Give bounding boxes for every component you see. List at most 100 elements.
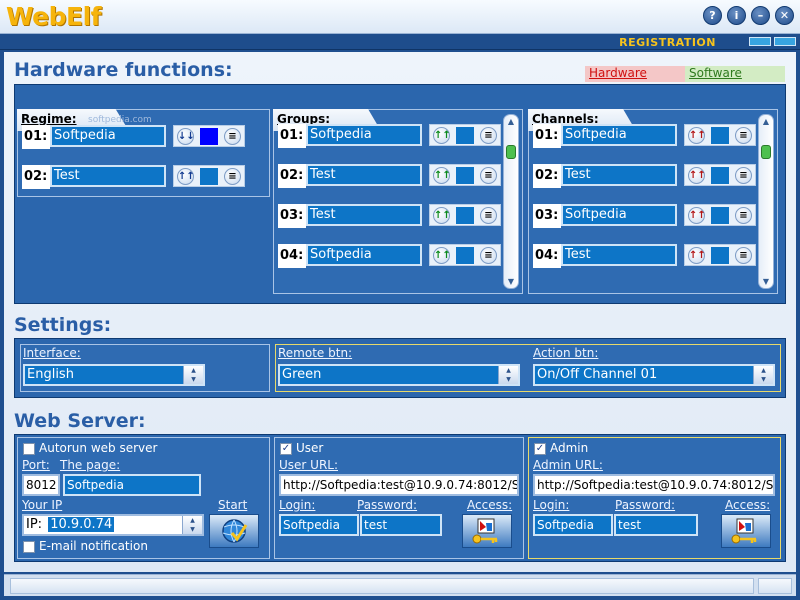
autorun-label: Autorun web server <box>39 441 158 455</box>
minimize-icon[interactable]: – <box>751 6 770 25</box>
list-icon[interactable]: ≡ <box>224 168 241 185</box>
arrow-up-icon[interactable]: ↑↑ <box>433 207 451 224</box>
color-swatch[interactable] <box>711 127 729 144</box>
list-icon[interactable]: ≡ <box>480 207 497 224</box>
arrow-up-icon[interactable]: ↑↑ <box>688 167 706 184</box>
row-number: 01: <box>278 124 306 148</box>
color-swatch[interactable] <box>456 207 474 224</box>
user-label: User <box>296 441 324 455</box>
spinner-icon[interactable]: ▲ ▼ <box>182 516 202 534</box>
info-icon[interactable]: i <box>727 6 746 25</box>
user-checkbox[interactable]: ✓ <box>280 443 292 455</box>
scroll-thumb[interactable] <box>761 145 771 159</box>
list-icon[interactable]: ≡ <box>480 247 497 264</box>
list-icon[interactable]: ≡ <box>480 167 497 184</box>
group-name-field[interactable]: Test <box>306 164 422 186</box>
remote-btn-select[interactable]: Green ▲ ▼ <box>278 364 520 386</box>
group-name-field[interactable]: Softpedia <box>306 124 422 146</box>
color-swatch[interactable] <box>711 247 729 264</box>
scroll-up-icon[interactable]: ▲ <box>504 117 518 126</box>
list-icon[interactable]: ≡ <box>735 247 752 264</box>
panel-toggle-1[interactable] <box>749 37 771 46</box>
regime-buttons: ↑↑ ≡ <box>173 165 245 187</box>
settings-section-title: Settings: <box>14 314 112 336</box>
color-swatch[interactable] <box>200 168 218 185</box>
channels-scrollbar[interactable]: ▲ ▼ <box>758 114 774 289</box>
admin-access-button[interactable] <box>721 514 771 548</box>
scroll-down-icon[interactable]: ▼ <box>504 277 518 286</box>
scroll-up-icon[interactable]: ▲ <box>759 117 773 126</box>
user-password-label: Password: <box>357 498 418 512</box>
color-swatch[interactable] <box>711 207 729 224</box>
regime-name-field[interactable]: Test <box>50 165 166 187</box>
color-swatch[interactable] <box>711 167 729 184</box>
close-icon[interactable]: ✕ <box>775 6 794 25</box>
color-swatch[interactable] <box>456 167 474 184</box>
arrow-down-icon[interactable]: ↓↓ <box>177 128 195 145</box>
arrow-up-icon[interactable]: ↑↑ <box>177 168 195 185</box>
list-icon[interactable]: ≡ <box>224 128 241 145</box>
ip-select[interactable]: IP: 10.9.0.74 ▲ ▼ <box>22 514 204 536</box>
user-password-input[interactable]: test <box>360 514 442 536</box>
arrow-up-icon[interactable]: ↑↑ <box>433 167 451 184</box>
scroll-down-icon[interactable]: ▼ <box>759 277 773 286</box>
email-checkbox[interactable] <box>23 541 35 553</box>
channel-name-field[interactable]: Softpedia <box>561 204 677 226</box>
arrow-up-icon[interactable]: ↑↑ <box>688 207 706 224</box>
ip-prefix: IP: <box>26 517 43 532</box>
list-icon[interactable]: ≡ <box>735 207 752 224</box>
spinner-icon[interactable]: ▲ ▼ <box>753 366 773 384</box>
arrow-up-icon[interactable]: ↑↑ <box>433 247 451 264</box>
port-input[interactable]: 8012 <box>22 474 60 496</box>
arrow-up-icon[interactable]: ↑↑ <box>688 247 706 264</box>
regime-name-field[interactable]: Softpedia <box>50 125 166 147</box>
panel-toggle-2[interactable] <box>774 37 796 46</box>
status-field-main <box>10 578 754 594</box>
spinner-icon[interactable]: ▲ ▼ <box>183 366 203 384</box>
group-buttons: ↑↑ ≡ <box>429 244 501 266</box>
group-row: 02: Test ↑↑ ≡ <box>278 164 501 188</box>
status-field-right <box>758 578 792 594</box>
list-icon[interactable]: ≡ <box>735 127 752 144</box>
spinner-icon[interactable]: ▲ ▼ <box>498 366 518 384</box>
color-swatch[interactable] <box>200 128 218 145</box>
main-area: Hardware functions: Hardware Software Re… <box>4 52 796 572</box>
page-input[interactable]: Softpedia <box>63 474 201 496</box>
user-access-button[interactable] <box>462 514 512 548</box>
channel-row: 01: Softpedia ↑↑ ≡ <box>533 124 756 148</box>
channel-name-field[interactable]: Test <box>561 244 677 266</box>
start-button[interactable] <box>209 514 259 548</box>
admin-checkbox[interactable]: ✓ <box>534 443 546 455</box>
tab-software[interactable]: Software <box>685 66 785 82</box>
admin-password-input[interactable]: test <box>614 514 698 536</box>
channel-name-field[interactable]: Softpedia <box>561 124 677 146</box>
user-url-input[interactable]: http://Softpedia:test@10.9.0.74:8012/Sof <box>279 474 519 496</box>
interface-label: Interface: <box>23 346 81 360</box>
admin-url-input[interactable]: http://Softpedia:test@10.9.0.74:8012/Sof <box>533 474 775 496</box>
help-icon[interactable]: ? <box>703 6 722 25</box>
user-login-input[interactable]: Softpedia <box>279 514 359 536</box>
remote-btn-label: Remote btn: <box>278 346 353 360</box>
autorun-checkbox[interactable] <box>23 443 35 455</box>
arrow-up-icon[interactable]: ↑↑ <box>688 127 706 144</box>
registration-link[interactable]: REGISTRATION <box>619 36 716 49</box>
key-icon <box>731 518 757 544</box>
admin-login-input[interactable]: Softpedia <box>533 514 613 536</box>
channel-row: 03: Softpedia ↑↑ ≡ <box>533 204 756 228</box>
app-title: WebElf <box>6 2 102 31</box>
group-name-field[interactable]: Softpedia <box>306 244 422 266</box>
color-swatch[interactable] <box>456 127 474 144</box>
action-btn-select[interactable]: On/Off Channel 01 ▲ ▼ <box>533 364 775 386</box>
interface-select[interactable]: English ▲ ▼ <box>23 364 205 386</box>
group-name-field[interactable]: Test <box>306 204 422 226</box>
tab-hardware[interactable]: Hardware <box>585 66 685 82</box>
scroll-thumb[interactable] <box>506 145 516 159</box>
list-icon[interactable]: ≡ <box>480 127 497 144</box>
channel-name-field[interactable]: Test <box>561 164 677 186</box>
channels-group: Channels: 01: Softpedia ↑↑ ≡ 02: Test ↑↑… <box>528 109 778 294</box>
color-swatch[interactable] <box>456 247 474 264</box>
list-icon[interactable]: ≡ <box>735 167 752 184</box>
groups-scrollbar[interactable]: ▲ ▼ <box>503 114 519 289</box>
hardware-panel: Regime: softpedia.com 01: Softpedia ↓↓ ≡… <box>14 84 786 304</box>
arrow-up-icon[interactable]: ↑↑ <box>433 127 451 144</box>
